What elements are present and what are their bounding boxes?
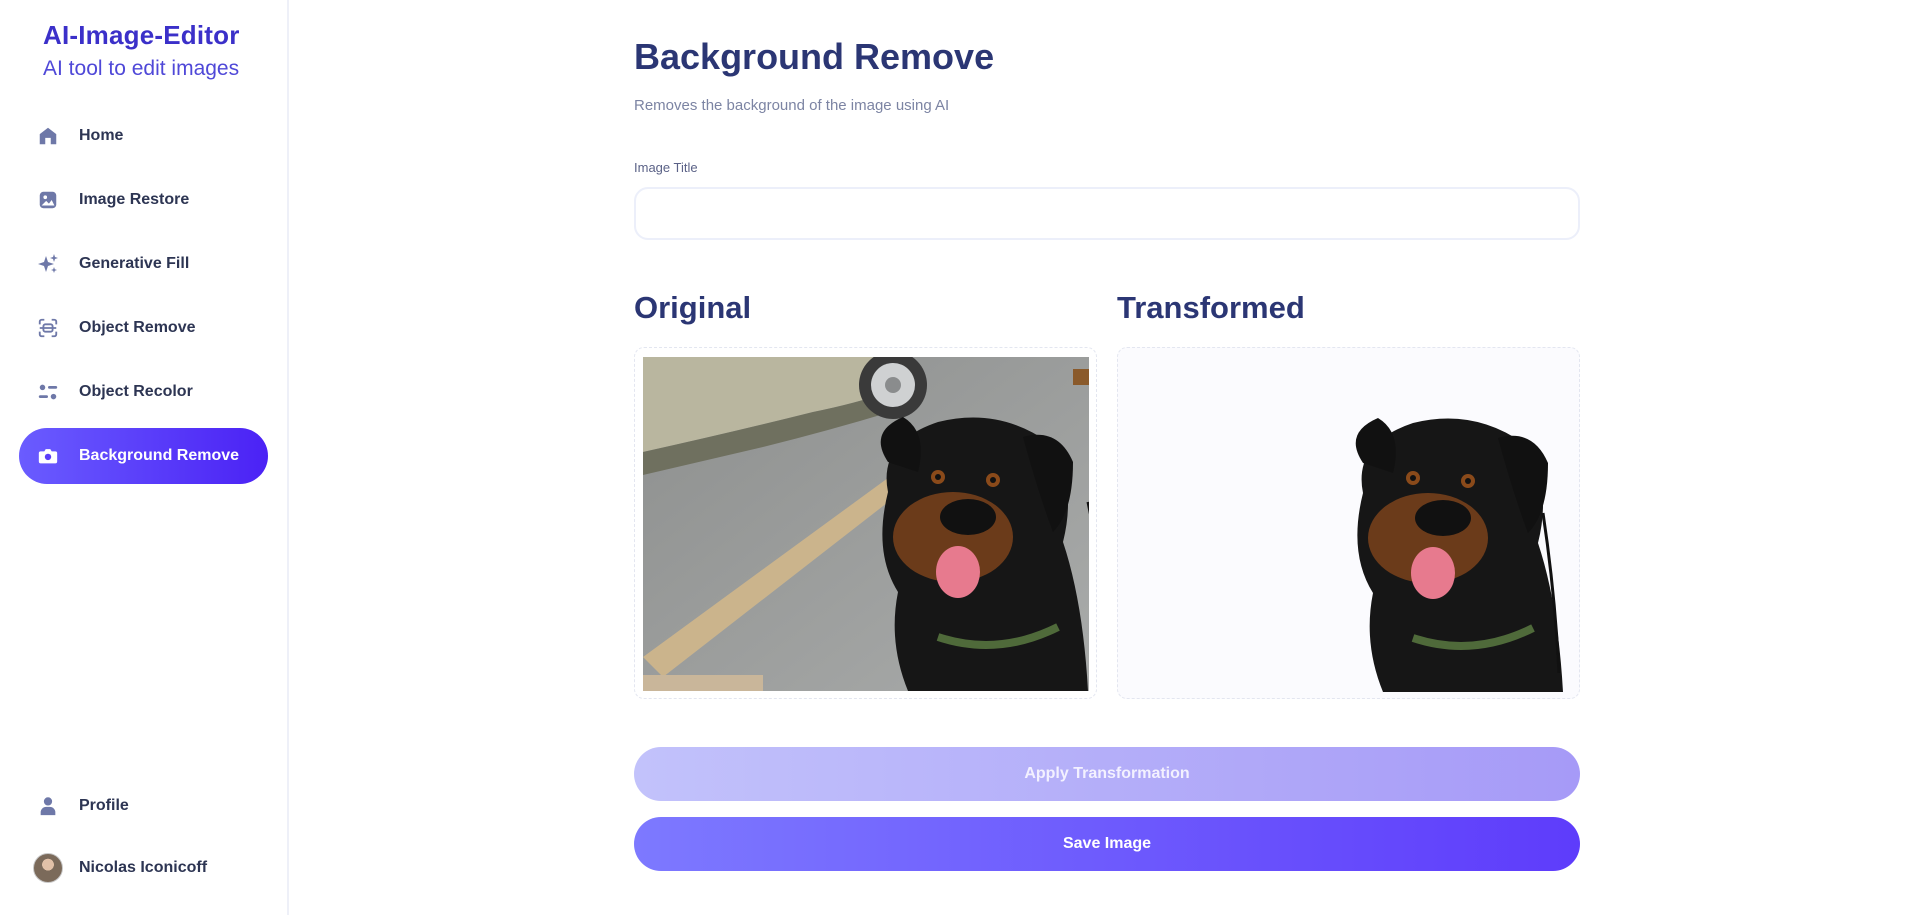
avatar[interactable] [33, 853, 63, 883]
sidebar-item-label: Object Remove [79, 319, 196, 336]
sidebar-item-label: Generative Fill [79, 255, 190, 272]
user-account[interactable]: Nicolas Iconicoff [19, 842, 268, 894]
app-tagline: AI tool to edit images [43, 57, 240, 80]
sidebar-nav: Home Image Restore Generative Fill Objec… [19, 108, 268, 492]
original-image[interactable] [643, 357, 1089, 691]
sidebar-item-generative-fill[interactable]: Generative Fill [19, 236, 268, 292]
filter-icon [36, 380, 60, 404]
sidebar-bottom: Profile Nicolas Iconicoff [19, 780, 268, 904]
sidebar-item-label: Object Recolor [79, 383, 193, 400]
image-title-input[interactable] [634, 187, 1580, 240]
sidebar-item-label: Image Restore [79, 191, 190, 208]
sidebar-item-background-remove[interactable]: Background Remove [19, 428, 268, 484]
original-image-panel[interactable] [634, 347, 1097, 699]
transformed-image-panel[interactable] [1117, 347, 1580, 699]
user-name: Nicolas Iconicoff [79, 859, 208, 876]
sidebar-item-object-remove[interactable]: Object Remove [19, 300, 268, 356]
scan-icon [36, 316, 60, 340]
sidebar: AI-Image-Editor AI tool to edit images H… [0, 0, 289, 915]
brand: AI-Image-Editor AI tool to edit images [43, 20, 240, 81]
original-heading: Original [634, 290, 752, 325]
sidebar-item-label: Background Remove [79, 447, 240, 464]
sidebar-item-home[interactable]: Home [19, 108, 268, 164]
camera-icon [36, 444, 60, 468]
sidebar-item-object-recolor[interactable]: Object Recolor [19, 364, 268, 420]
sparkles-icon [36, 252, 60, 276]
image-title-label: Image Title [634, 160, 698, 175]
apply-transformation-button[interactable]: Apply Transformation [634, 747, 1580, 801]
save-image-button[interactable]: Save Image [634, 817, 1580, 871]
sidebar-item-label: Home [79, 127, 124, 144]
sidebar-item-image-restore[interactable]: Image Restore [19, 172, 268, 228]
sidebar-item-label: Profile [79, 797, 129, 814]
transformed-heading: Transformed [1117, 290, 1305, 325]
app-logo-title[interactable]: AI-Image-Editor [43, 20, 240, 51]
sidebar-item-profile[interactable]: Profile [19, 780, 268, 832]
page-title: Background Remove [634, 36, 995, 77]
user-icon [36, 794, 60, 818]
home-icon [36, 124, 60, 148]
transformed-image[interactable] [1258, 388, 1574, 692]
image-icon [36, 188, 60, 212]
page-subtitle: Removes the background of the image usin… [634, 97, 950, 114]
